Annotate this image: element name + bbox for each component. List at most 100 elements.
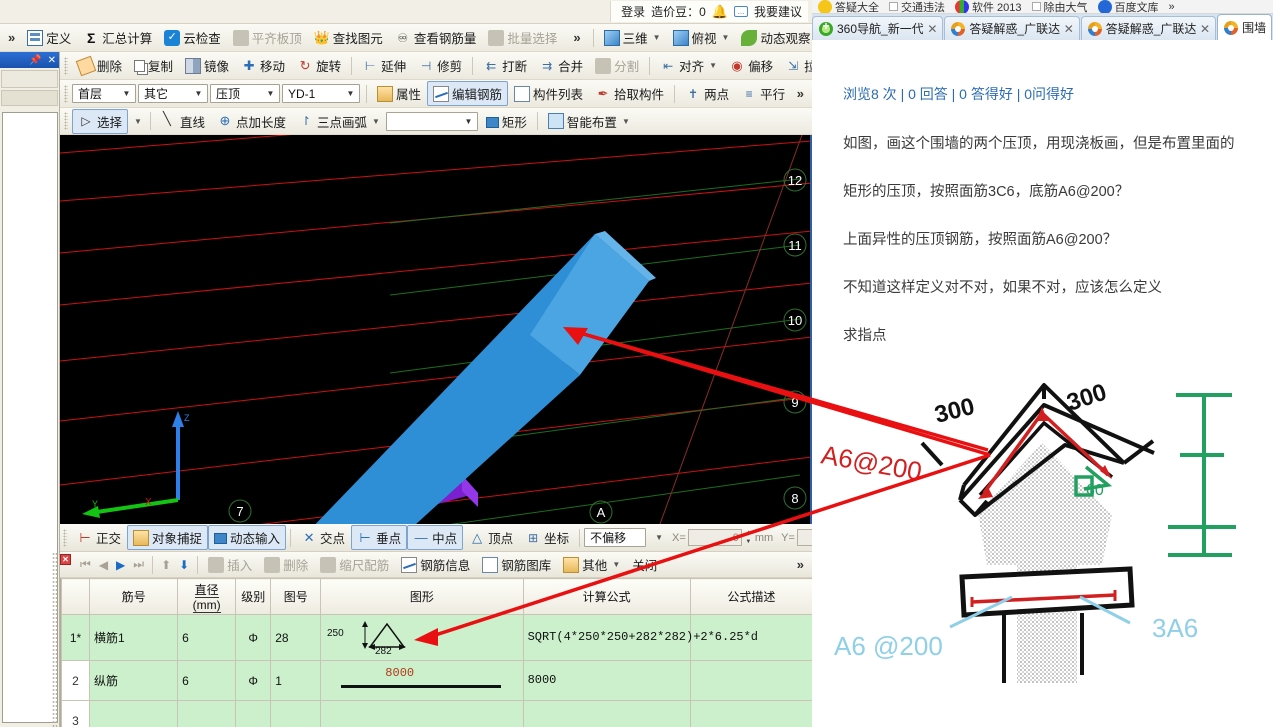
nav-prev-button[interactable]: ◀ [95,558,112,572]
edit-stretch-button[interactable]: ⇲ 拉伸 [779,53,812,78]
toolbar-grip[interactable] [64,112,68,130]
cell-diameter[interactable] [177,700,237,727]
bookmark-item[interactable]: 百度文库 [1097,0,1159,13]
toolbar-grip[interactable] [64,84,68,103]
arc-style-select[interactable]: ▼ [385,111,478,131]
bookmark-item[interactable]: 答疑大全 [818,0,879,13]
cell-rebar-name[interactable] [89,700,179,727]
chevron-down-icon[interactable]: ▼ [722,33,730,42]
tab-close-icon[interactable]: ✕ [1064,22,1074,36]
browser-tab-4[interactable]: 围墙 [1217,14,1272,40]
th-shape[interactable]: 图形 [320,578,524,615]
cell-shape[interactable]: 250 282 [320,614,524,661]
edit-move-button[interactable]: ✚ 移动 [235,53,291,78]
two-point-button[interactable]: ✝ 两点 [679,81,735,106]
chevron-down-icon[interactable]: ▼ [650,533,668,542]
cell-shape[interactable]: 8000 [320,660,524,701]
toolbar-view-rebar-qty-button[interactable]: ♾ 查看钢筋量 [389,25,483,50]
cell-diameter[interactable]: 6 [177,614,237,661]
line-tool-button[interactable]: 直线 [155,109,211,134]
snap-dyninput-button[interactable]: 动态输入 [208,525,287,550]
toolbar-grip[interactable] [63,528,67,547]
bookmark-item[interactable]: 除由大气 [1031,0,1088,13]
component-list-button[interactable]: 构件列表 [508,81,589,106]
toolbar-3d-view-button[interactable]: 三维 ▼ [598,25,667,50]
snap-intersection-button[interactable]: ✕ 交点 [295,525,351,550]
snap-coordinate-button[interactable]: ⊞ 坐标 [519,525,575,550]
login-link[interactable]: 登录 [621,3,645,20]
toolbar-overflow-left[interactable]: » [4,30,19,45]
close-x-icon[interactable]: ✕ [60,554,71,565]
edit-mirror-button[interactable]: 镜像 [179,53,235,78]
cell-grade[interactable]: Φ [235,660,272,701]
rebar-library-button[interactable]: 钢筋图库 [476,552,557,577]
panel-grip-rail[interactable] [52,552,58,727]
cell-formula[interactable] [522,700,691,727]
snap-perpendicular-button[interactable]: ⊢ 垂点 [351,525,408,550]
left-dock-tab-2[interactable] [1,90,58,106]
toolbar-orbit-button[interactable]: 动态观察 [735,25,812,50]
th-formula[interactable]: 计算公式 [522,578,691,615]
edit-copy-button[interactable]: 复制 [128,53,179,78]
toolbar-overflow-mid[interactable]: » [569,30,584,45]
chevron-down-icon[interactable]: ▼ [130,117,146,126]
table-row[interactable]: 2 纵筋 6 Φ 1 8000 8000 [61,660,812,701]
chevron-down-icon[interactable]: ▼ [344,89,357,98]
pick-component-button[interactable]: ✒ 拾取构件 [589,81,670,106]
cell-grade[interactable] [235,700,272,727]
th-grade[interactable]: 级别 [235,578,272,615]
close-icon[interactable]: ✕ [48,55,56,66]
chevron-down-icon[interactable]: ▼ [709,61,717,70]
table-row[interactable]: 3 [61,700,812,727]
rebar-info-button[interactable]: 钢筋信息 [395,552,476,577]
bookmarks-overflow[interactable]: » [1169,0,1175,13]
rebar-table-container[interactable]: 筋号 直径 (mm) 级别 图号 图形 计算公式 公式描述 1* 横筋1 6 Φ [60,578,812,727]
chevron-down-icon[interactable]: ▼ [622,117,630,126]
suggest-link[interactable]: 我要建议 [754,3,802,20]
cell-diameter[interactable]: 6 [177,660,237,701]
rebar-toolbar-overflow[interactable]: » [793,557,808,572]
cell-shape-no[interactable]: 1 [270,660,322,701]
bookmark-item[interactable]: 交通违法 [889,0,945,13]
edit-trim-button[interactable]: ⊣ 修剪 [412,53,468,78]
toolbar-grip[interactable] [64,56,68,75]
pin-icon[interactable]: 📌 [29,55,41,66]
nav-up-button[interactable]: ⬆ [157,558,175,572]
comment-icon[interactable]: ... [733,6,748,17]
snap-ortho-button[interactable]: ⊢ 正交 [71,525,127,550]
browser-tab-2[interactable]: 答疑解惑_广联达 ✕ [944,16,1080,40]
cell-shape[interactable] [320,700,524,727]
toolbar-find-element-button[interactable]: 👑 查找图元 [308,25,389,50]
cell-formula[interactable]: SQRT(4*250*250+282*282)+2*6.25*d [522,614,758,661]
component-toolbar-overflow[interactable]: » [793,86,808,101]
edit-merge-button[interactable]: ⇉ 合并 [533,53,589,78]
three-point-arc-button[interactable]: ↾ 三点画弧 ▼ [292,109,386,134]
th-description[interactable]: 公式描述 [689,578,812,615]
chevron-down-icon[interactable]: ▼ [372,117,380,126]
toolbar-cloud-check-button[interactable]: ✓ 云检查 [158,25,227,50]
left-dock-tab-1[interactable] [1,70,58,88]
chevron-down-icon[interactable]: ▼ [462,117,475,126]
point-length-tool-button[interactable]: ⊕ 点加长度 [211,109,292,134]
edit-break-button[interactable]: ⇇ 打断 [477,53,533,78]
edit-rotate-button[interactable]: ↻ 旋转 [291,53,347,78]
component-type-select[interactable]: 压顶 ▼ [210,84,280,103]
chevron-down-icon[interactable]: ▼ [653,33,661,42]
cell-grade[interactable]: Φ [235,614,272,661]
toolbar-summary-calc-button[interactable]: Σ 汇总计算 [77,25,158,50]
properties-button[interactable]: 属性 [371,81,427,106]
chevron-down-icon[interactable]: ▼ [120,89,133,98]
nav-first-button[interactable]: ⏮ [76,557,95,572]
tab-close-icon[interactable]: ✕ [1200,22,1210,36]
cell-formula[interactable]: 8000 [522,660,691,701]
3d-viewport[interactable]: 12 11 10 9 8 7 A Z Y X [60,135,812,524]
cell-description[interactable] [689,660,812,701]
chevron-down-icon[interactable]: ▼ [264,89,277,98]
chevron-down-icon[interactable]: ▼ [612,560,620,569]
rebar-other-button[interactable]: 其他 ▼ [557,552,626,577]
category-select[interactable]: 其它 ▼ [138,84,208,103]
parallel-button[interactable]: ≡ 平行 [735,81,791,106]
rectangle-tool-button[interactable]: 矩形 [480,109,533,134]
snap-vertex-button[interactable]: △ 顶点 [463,525,519,550]
y-coordinate-input[interactable]: 0 [796,529,812,546]
